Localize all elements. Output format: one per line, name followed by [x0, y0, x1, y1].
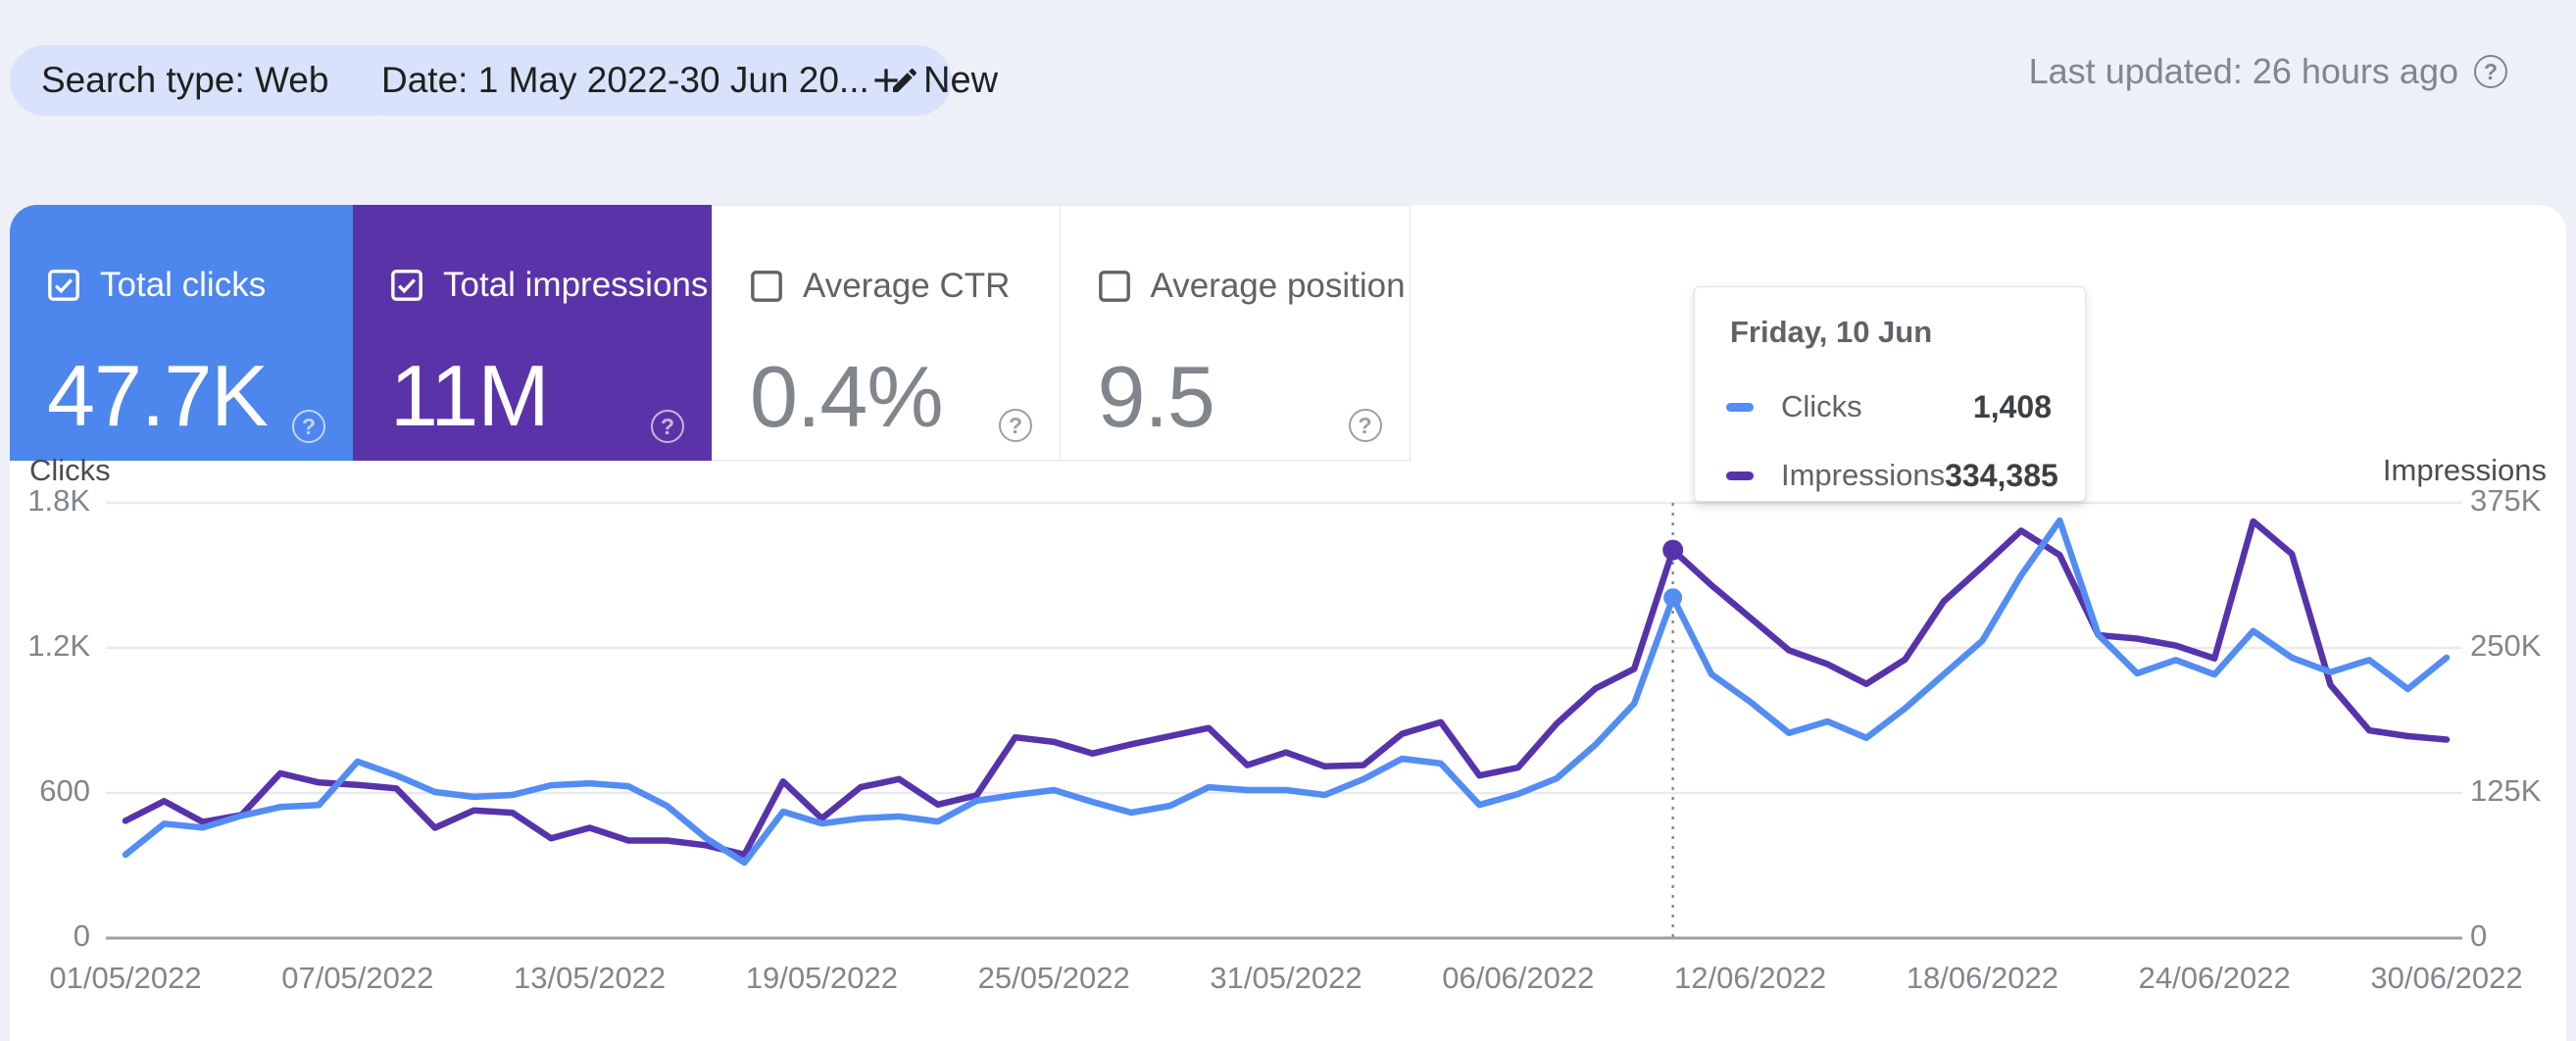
tooltip-series-value: 334,385: [1945, 457, 2058, 493]
chart-hover-region[interactable]: [106, 503, 2462, 938]
tooltip-series-label: Impressions: [1781, 458, 1946, 492]
tooltip-series-value: 1,408: [1972, 388, 2052, 424]
tooltip-series-label: Clicks: [1781, 389, 1862, 423]
chart-tooltip: Friday, 10 Jun Clicks 1,408 Impressions …: [1694, 286, 2086, 502]
tooltip-date: Friday, 10 Jun: [1730, 315, 1933, 349]
tooltip-row-impressions: Impressions 334,385: [1726, 456, 2058, 495]
impressions-legend-dash-icon: [1726, 471, 1754, 480]
tooltip-row-clicks: Clicks 1,408: [1726, 387, 2052, 426]
clicks-legend-dash-icon: [1726, 402, 1754, 412]
